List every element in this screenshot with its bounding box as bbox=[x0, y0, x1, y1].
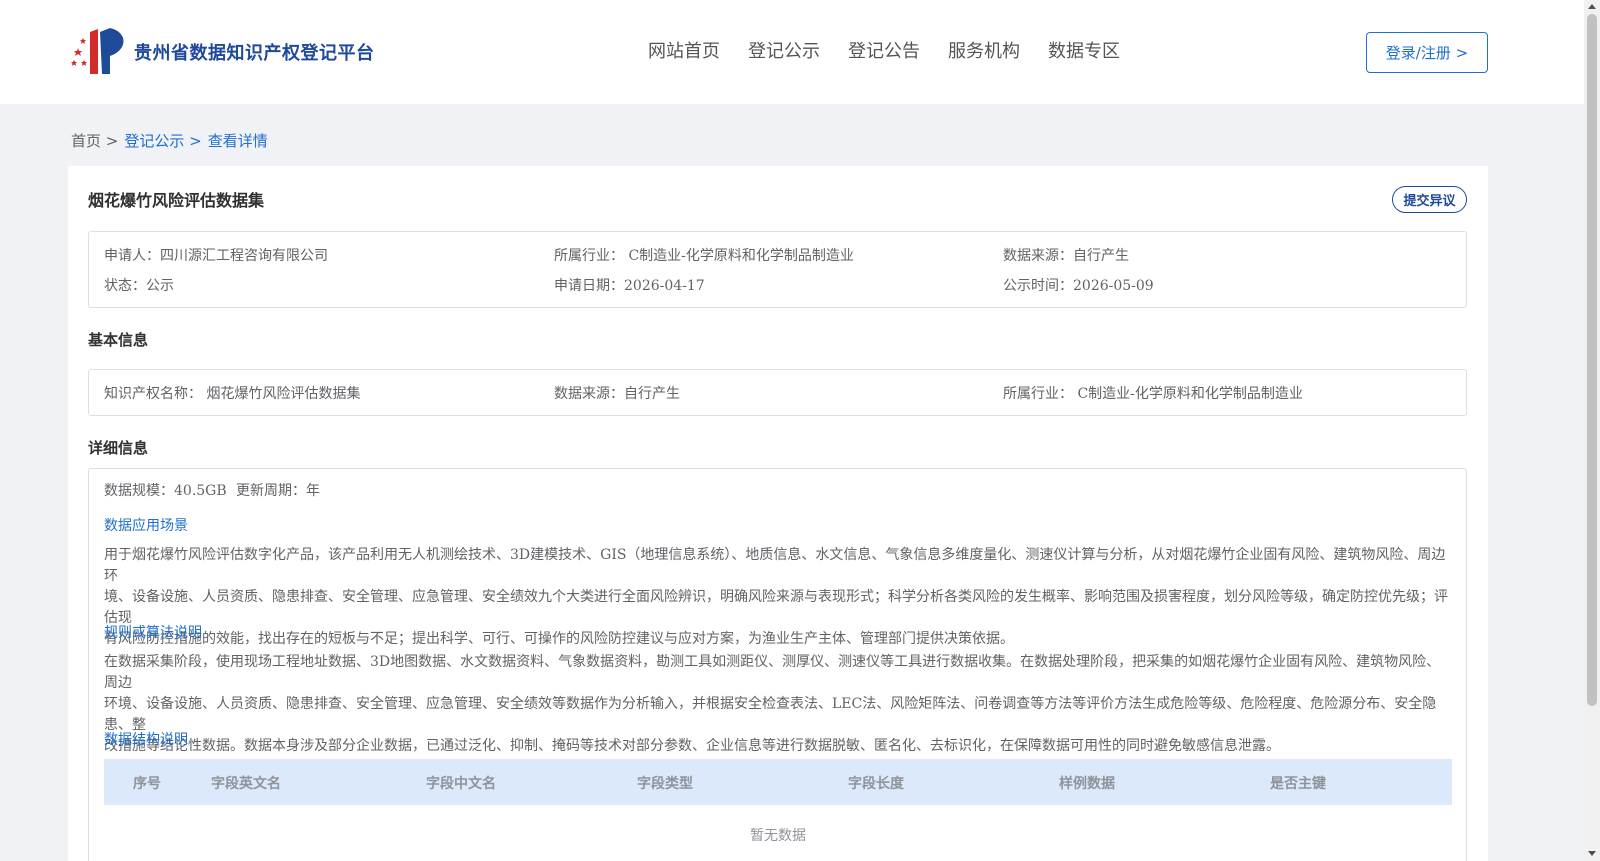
breadcrumb-current: 查看详情 bbox=[207, 132, 268, 150]
industry-field: 所属行业： C制造业-化学原料和化学制品制造业 bbox=[554, 248, 854, 264]
algorithm-line: 改措施等结论性数据。数据本身涉及部分企业数据，已通过泛化、抑制、掩码等技术对部分… bbox=[104, 738, 1280, 754]
applicant-field: 申请人：四川源汇工程咨询有限公司 bbox=[104, 248, 328, 264]
page-scrollbar[interactable] bbox=[1584, 0, 1600, 861]
submit-objection-button[interactable]: 提交异议 bbox=[1392, 186, 1467, 213]
status-field: 状态：公示 bbox=[104, 278, 174, 294]
summary-box bbox=[88, 231, 1467, 308]
publicity-time-field: 公示时间：2026-05-09 bbox=[1003, 278, 1154, 294]
breadcrumb-home[interactable]: 首页 > bbox=[71, 130, 118, 151]
data-scale-field: 数据规模：40.5GB bbox=[104, 483, 227, 499]
scrollbar-thumb[interactable] bbox=[1587, 14, 1597, 706]
ip-name-field: 知识产权名称： 烟花爆竹风险评估数据集 bbox=[104, 386, 361, 402]
nav-item-announcement[interactable]: 登记公告 bbox=[848, 38, 920, 66]
scroll-up-icon[interactable] bbox=[1588, 4, 1596, 9]
basic-data-source-field: 数据来源：自行产生 bbox=[554, 386, 680, 402]
column-header: 字段类型 bbox=[637, 776, 693, 792]
nav-item-publicity[interactable]: 登记公示 bbox=[748, 38, 820, 66]
apply-date-field: 申请日期：2026-04-17 bbox=[554, 278, 705, 294]
data-source-field: 数据来源：自行产生 bbox=[1003, 248, 1129, 264]
detail-info-title: 详细信息 bbox=[88, 439, 149, 457]
scenario-line: 有风险防控措施的效能，找出存在的短板与不足；提出科学、可行、可操作的风险防控建议… bbox=[104, 631, 1014, 647]
top-header: 贵州省数据知识产权登记平台 网站首页 登记公示 登记公告 服务机构 数据专区 登… bbox=[0, 0, 1584, 104]
page-title: 烟花爆竹风险评估数据集 bbox=[88, 191, 265, 210]
basic-info-title: 基本信息 bbox=[88, 331, 149, 349]
table-empty-text: 暂无数据 bbox=[750, 828, 806, 844]
column-header: 是否主键 bbox=[1270, 776, 1326, 792]
logo-emblem-icon bbox=[71, 28, 124, 74]
update-cycle-field: 更新周期：年 bbox=[236, 483, 320, 499]
site-logo[interactable]: 贵州省数据知识产权登记平台 bbox=[70, 26, 375, 78]
breadcrumb: 首页 > 登记公示 > 查看详情 bbox=[71, 130, 274, 151]
algorithm-title: 规则或算法说明 bbox=[104, 625, 202, 641]
nav-item-home[interactable]: 网站首页 bbox=[648, 38, 720, 66]
basic-industry-field: 所属行业： C制造业-化学原料和化学制品制造业 bbox=[1003, 386, 1303, 402]
algorithm-paragraph: 在数据采集阶段，使用现场工程地址数据、3D地图数据、水文数据资料、气象数据资料，… bbox=[104, 652, 1454, 757]
scenario-paragraph: 用于烟花爆竹风险评估数字化产品，该产品利用无人机测绘技术、3D建模技术、GIS（… bbox=[104, 545, 1454, 650]
login-register-button[interactable]: 登录/注册 > bbox=[1366, 32, 1488, 73]
scroll-down-icon[interactable] bbox=[1588, 851, 1596, 856]
scenario-line: 境、设备设施、人员资质、隐患排查、安全管理、应急管理、安全绩效九个大类进行全面风… bbox=[104, 589, 1448, 626]
structure-table-header: 序号 字段英文名 字段中文名 字段类型 字段长度 样例数据 是否主键 bbox=[104, 759, 1452, 805]
algorithm-line: 环境、设备设施、人员资质、隐患排查、安全管理、应急管理、安全绩效等数据作为分析输… bbox=[104, 696, 1437, 733]
nav-item-service-agency[interactable]: 服务机构 bbox=[948, 38, 1020, 66]
column-header: 样例数据 bbox=[1059, 776, 1115, 792]
column-header: 序号 bbox=[133, 776, 161, 792]
nav-item-data-zone[interactable]: 数据专区 bbox=[1048, 38, 1120, 66]
column-header: 字段长度 bbox=[848, 776, 904, 792]
scenario-line: 用于烟花爆竹风险评估数字化产品，该产品利用无人机测绘技术、3D建模技术、GIS（… bbox=[104, 547, 1446, 584]
structure-title: 数据结构说明 bbox=[104, 732, 188, 748]
main-nav: 网站首页 登记公示 登记公告 服务机构 数据专区 bbox=[648, 38, 1148, 66]
algorithm-line: 在数据采集阶段，使用现场工程地址数据、3D地图数据、水文数据资料、气象数据资料，… bbox=[104, 654, 1441, 691]
logo-text: 贵州省数据知识产权登记平台 bbox=[134, 43, 375, 64]
column-header: 字段中文名 bbox=[426, 776, 496, 792]
breadcrumb-publicity[interactable]: 登记公示 > bbox=[124, 130, 201, 151]
column-header: 字段英文名 bbox=[211, 776, 281, 792]
scenario-title: 数据应用场景 bbox=[104, 518, 188, 534]
